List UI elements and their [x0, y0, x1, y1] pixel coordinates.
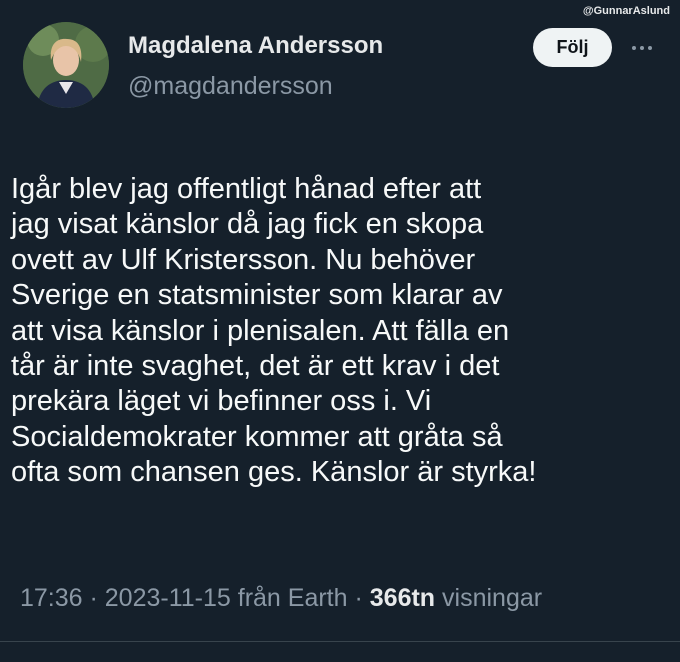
separator: ·: [82, 584, 105, 612]
tweet-line: Socialdemokrater kommer att gråta så: [11, 420, 503, 453]
tweet-line: prekära läget vi befinner oss i. Vi: [11, 385, 432, 418]
more-horizontal-icon[interactable]: [624, 36, 660, 60]
views-label: visningar: [435, 584, 543, 612]
author-name[interactable]: Magdalena Andersson: [128, 32, 383, 60]
tweet-line: ofta som chansen ges. Känslor är styrka!: [11, 456, 537, 489]
author-handle[interactable]: @magdandersson: [128, 72, 333, 101]
tweet-line: Igår blev jag offentligt hånad efter att: [11, 173, 482, 205]
views-count: 366tn: [369, 584, 436, 612]
divider: [0, 641, 680, 642]
tweet-meta: 17:36 · 2023-11-15 från Earth · 366tn vi…: [20, 584, 542, 613]
tweet-line: ovett av Ulf Kristersson. Nu behöver: [11, 243, 476, 276]
tweet-line: att visa känslor i plenisalen. Att fälla…: [11, 314, 510, 347]
watermark-text: @GunnarAslund: [582, 5, 670, 17]
tweet-line: tår är inte svaghet, det är ett krav i d…: [11, 350, 500, 383]
tweet-line: jag visat känslor då jag fick en skopa: [11, 208, 484, 241]
tweet-time[interactable]: 17:36: [20, 584, 83, 612]
avatar[interactable]: [23, 22, 109, 108]
avatar-image: [23, 22, 109, 108]
tweet-source: från Earth: [230, 584, 348, 612]
follow-button[interactable]: Följ: [533, 28, 612, 67]
tweet-text: Igår blev jag offentligt hånad efter att…: [11, 172, 676, 491]
separator: ·: [347, 584, 370, 612]
tweet-line: Sverige en statsminister som klarar av: [11, 279, 503, 312]
tweet-date[interactable]: 2023-11-15: [105, 584, 231, 612]
